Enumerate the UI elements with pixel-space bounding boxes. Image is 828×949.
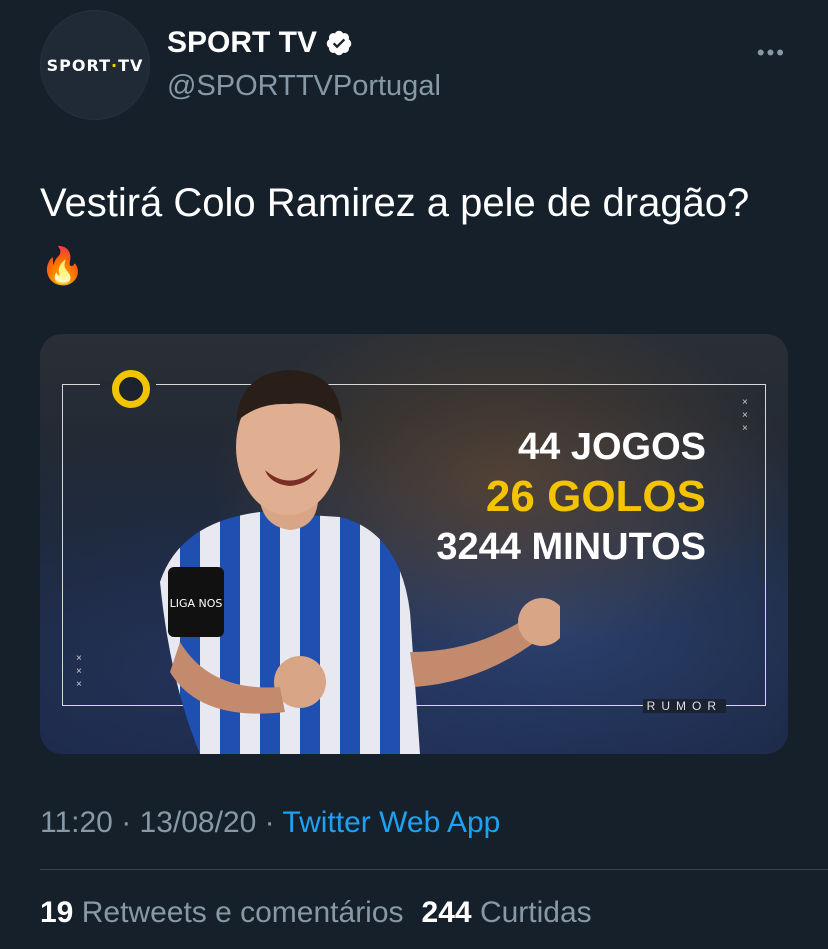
tweet-text-body: Vestirá Colo Ramirez a pele de dragão? <box>40 181 750 225</box>
rumor-tag: RUMOR <box>642 699 726 713</box>
retweets-count: 19 <box>40 896 74 929</box>
handle[interactable]: @SPORTTVPortugal <box>167 70 441 103</box>
tweet-timestamp: 11:20 · 13/08/20 · Twitter Web App <box>40 806 500 840</box>
stats-panel: 44 JOGOS 26 GOLOS 3244 MINUTOS <box>436 422 706 572</box>
x-marks-top: × × × <box>742 397 748 434</box>
tweet-time[interactable]: 11:20 <box>40 806 113 839</box>
tweet-text: Vestirá Colo Ramirez a pele de dragão? 🔥 <box>40 172 780 297</box>
display-name[interactable]: SPORT TV <box>167 26 353 60</box>
tweet-source-link[interactable]: Twitter Web App <box>282 806 500 839</box>
likes-label: Curtidas <box>479 896 592 929</box>
fire-emoji-icon: 🔥 <box>40 245 85 286</box>
divider <box>40 869 828 870</box>
separator: · <box>121 806 140 839</box>
retweets-link[interactable]: 19 Retweets e comentários <box>40 896 404 929</box>
retweets-label: Retweets e comentários <box>81 896 404 929</box>
tweet-date[interactable]: 13/08/20 <box>140 806 257 839</box>
likes-link[interactable]: 244 Curtidas <box>422 896 592 929</box>
display-name-text[interactable]: SPORT TV <box>167 26 317 60</box>
sport-tv-logo: SPORT·TV <box>46 55 144 75</box>
avatar[interactable]: SPORT·TV <box>40 10 150 120</box>
separator: · <box>264 806 283 839</box>
more-options-icon[interactable]: ••• <box>757 40 786 66</box>
likes-count: 244 <box>421 896 472 929</box>
stat-games: 44 JOGOS <box>518 426 706 468</box>
liga-badge-text: LIGA NOS <box>170 597 223 610</box>
stat-minutes: 3244 MINUTOS <box>436 526 706 568</box>
tweet-media-image[interactable]: × × × × × × LIGA NOS 44 JOGOS 26 GOLOS 3244 … <box>40 334 788 754</box>
stat-goals: 26 GOLOS <box>485 472 706 521</box>
engagement-stats: 19 Retweets e comentários 244 Curtidas <box>40 896 592 930</box>
verified-badge-icon <box>326 30 352 56</box>
x-marks-bottom: × × × <box>76 653 82 690</box>
